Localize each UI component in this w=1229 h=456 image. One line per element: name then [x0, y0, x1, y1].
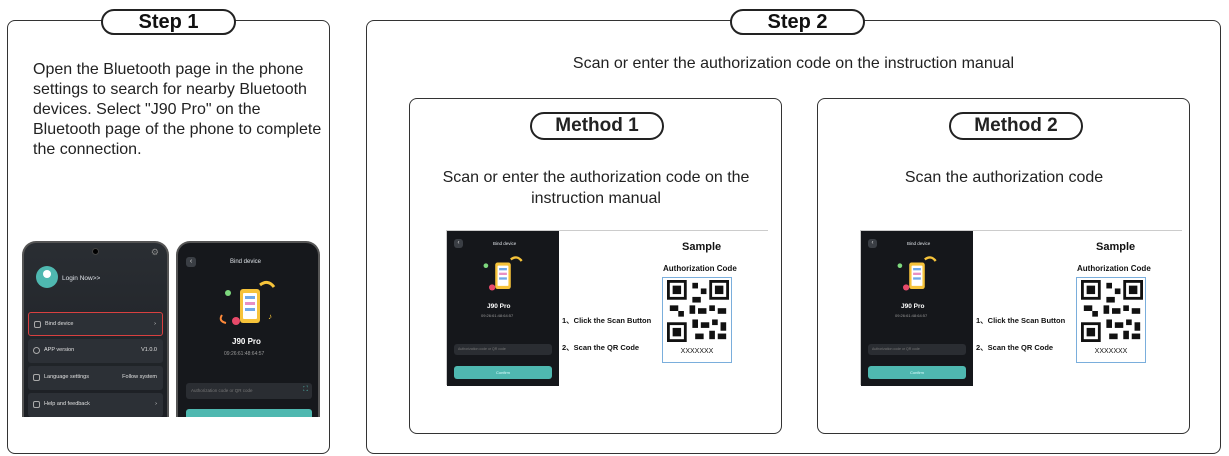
confirm-button[interactable]	[186, 409, 312, 417]
avatar-icon	[36, 266, 58, 288]
bind-device-title: Bind device	[230, 259, 262, 265]
qr-code-box: XXXXXXX	[1076, 277, 1146, 363]
info-icon	[33, 347, 40, 354]
step1-label: Step 1	[101, 9, 236, 35]
authorization-input[interactable]: Authorization code or QR code ⛶	[186, 383, 312, 399]
device-icon	[34, 321, 41, 328]
input-placeholder: Authorization code or QR code	[872, 347, 920, 351]
sample-phone-title: Bind device	[907, 241, 931, 246]
step-scan-qr: 2、Scan the QR Code	[976, 343, 1054, 352]
sample-phone-title: Bind device	[493, 241, 517, 246]
menu-item-label: APP version	[44, 347, 75, 353]
sample-authorization-input: Authorization code or QR code	[868, 344, 966, 355]
step-click-scan: 1、Click the Scan Button	[976, 316, 1066, 325]
back-icon: ‹	[868, 239, 877, 248]
qr-code-icon	[1081, 280, 1143, 342]
sample-device-name: J90 Pro	[487, 303, 511, 310]
sample-confirm-button: Confirm	[454, 366, 552, 379]
menu-item-language[interactable]: Language settings Follow system	[28, 366, 163, 390]
auth-code-label: Authorization Code	[1077, 264, 1151, 273]
language-icon	[33, 374, 40, 381]
sample-phone-screen: ‹ Bind device J90 Pro 09:26:61:48:64:57 …	[861, 231, 973, 386]
scan-icon[interactable]: ⛶	[303, 386, 308, 394]
sample-device-id: 09:26:61:48:64:57	[481, 313, 514, 318]
method1-sample: ‹ Bind device J90 Pro 09:26:61:48:64:57 …	[446, 230, 769, 386]
back-icon[interactable]: ‹	[186, 257, 196, 267]
phone-screenshot-bind-device: ‹ Bind device ♪ J90 Pro 09:26:61:48:64:5…	[176, 241, 320, 417]
menu-item-label: Help and feedback	[44, 401, 90, 407]
step2-subtitle: Scan or enter the authorization code on …	[572, 55, 1015, 72]
back-icon: ‹	[454, 239, 463, 248]
device-id: 09:26:61:48:64:57	[224, 351, 265, 357]
auth-code-label: Authorization Code	[663, 264, 737, 273]
device-illustration	[483, 256, 523, 291]
camera-icon	[92, 248, 99, 255]
menu-item-bind-device[interactable]: Bind device ›	[28, 312, 163, 336]
step1-instruction: Open the Bluetooth page in the phone set…	[33, 61, 322, 158]
device-name: J90 Pro	[232, 337, 261, 346]
sample-confirm-button: Confirm	[868, 366, 966, 379]
svg-text:♪: ♪	[268, 312, 272, 321]
confirm-label: Confirm	[496, 370, 511, 375]
method2-sample: ‹ Bind device J90 Pro 09:26:61:48:64:57 …	[860, 230, 1183, 386]
auth-code-value: XXXXXXX	[680, 348, 714, 355]
gear-icon: ⚙	[150, 247, 159, 257]
sample-instructions: Sample Authorization Code 1、Click the Sc…	[973, 231, 1183, 386]
sample-title: Sample	[1096, 241, 1136, 253]
input-placeholder: Authorization code or QR code	[191, 388, 253, 393]
phone-screenshot-settings: ⚙ Login Now>> Bind device › APP version …	[22, 241, 169, 417]
device-illustration: ♪	[219, 280, 276, 325]
help-icon	[33, 401, 40, 408]
menu-item-value: Follow system	[122, 374, 157, 380]
qr-code-box: XXXXXXX	[662, 277, 732, 363]
sample-authorization-input: Authorization code or QR code	[454, 344, 552, 355]
menu-item-label: Language settings	[44, 374, 89, 380]
step2-label: Step 2	[730, 9, 865, 35]
sample-device-name: J90 Pro	[901, 303, 925, 310]
method2-description: Scan the authorization code	[904, 169, 1104, 186]
sample-title: Sample	[682, 241, 722, 253]
auth-code-value: XXXXXXX	[1094, 348, 1128, 355]
sample-instructions: Sample Authorization Code 1、Click the Sc…	[559, 231, 769, 386]
login-link[interactable]: Login Now>>	[62, 275, 100, 282]
device-illustration	[897, 256, 937, 291]
sample-phone-screen: ‹ Bind device J90 Pro 09:26:61:48:64:57 …	[447, 231, 559, 386]
menu-item-help[interactable]: Help and feedback ›	[28, 393, 163, 417]
confirm-label: Confirm	[910, 370, 925, 375]
method1-label: Method 1	[530, 112, 664, 140]
method1-description: Scan or enter the authorization code on …	[442, 169, 750, 207]
step-scan-qr: 2、Scan the QR Code	[562, 343, 640, 352]
input-placeholder: Authorization code or QR code	[458, 347, 506, 351]
chevron-right-icon: ›	[155, 401, 157, 407]
step-click-scan: 1、Click the Scan Button	[562, 316, 652, 325]
qr-code-icon	[667, 280, 729, 342]
menu-item-app-version[interactable]: APP version V1.0.0	[28, 339, 163, 363]
sample-device-id: 09:26:61:48:64:57	[895, 313, 928, 318]
method2-label: Method 2	[949, 112, 1083, 140]
menu-item-value: V1.0.0	[141, 347, 157, 353]
menu-item-label: Bind device	[45, 321, 74, 327]
chevron-right-icon: ›	[154, 321, 156, 327]
